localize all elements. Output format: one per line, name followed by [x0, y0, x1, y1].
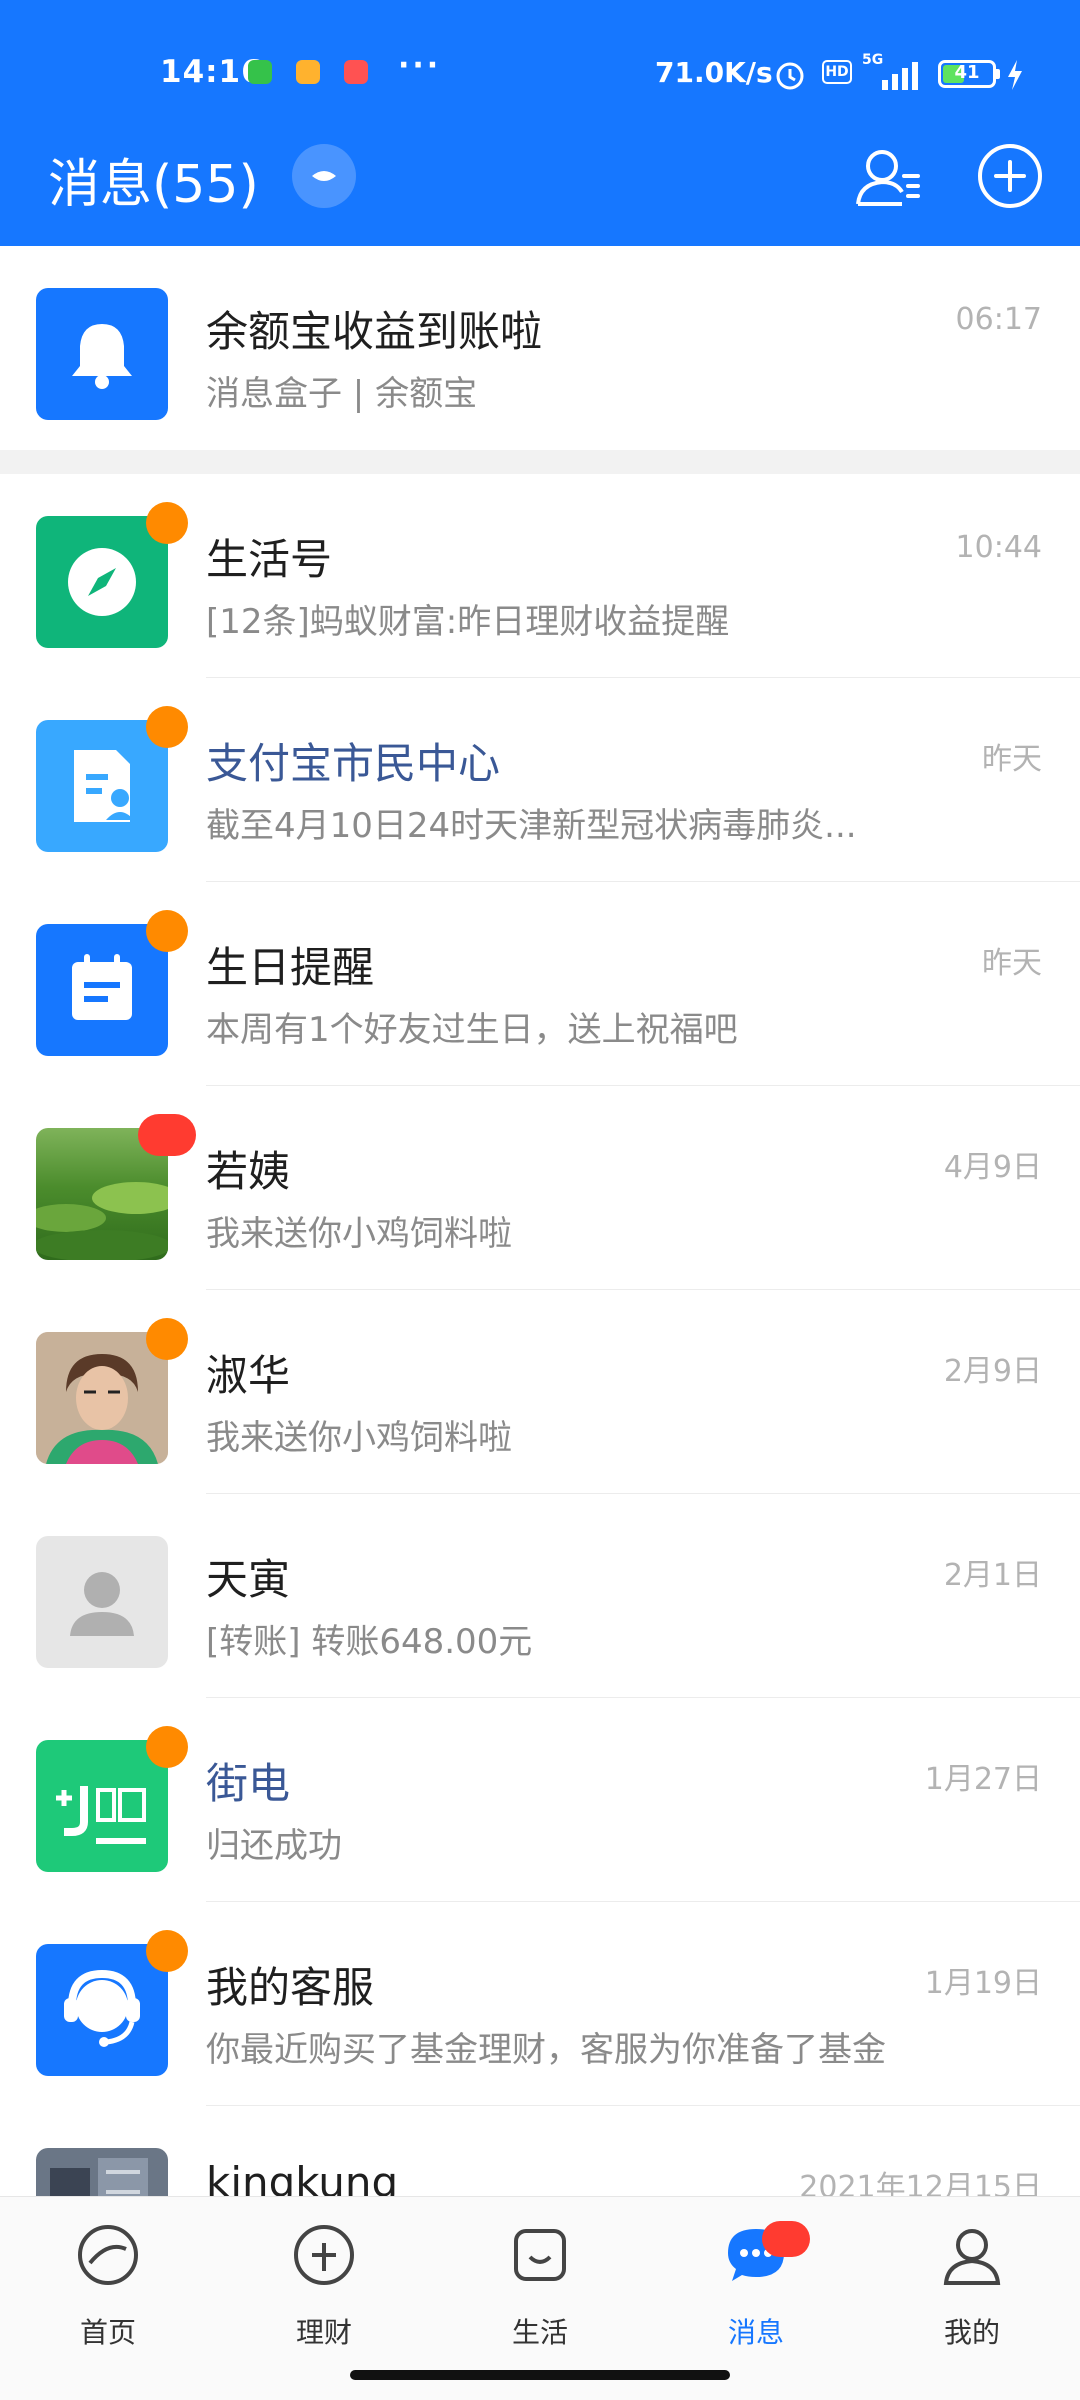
message-time: 06:17	[955, 302, 1042, 337]
message-preview: 归还成功	[206, 1826, 342, 1866]
unread-dot	[146, 1930, 188, 1972]
citizen-center-icon	[36, 720, 168, 852]
message-time: 10:44	[955, 530, 1042, 565]
tab-label: 我的	[943, 2316, 1000, 2349]
unread-dot	[146, 1318, 188, 1360]
wealth-icon	[294, 2225, 354, 2285]
unread-dot	[146, 1726, 188, 1768]
app-notification-icon	[344, 60, 368, 84]
message-preview: 截至4月10日24时天津新型冠状病毒肺炎...	[206, 806, 857, 846]
more-notifications-icon: ···	[398, 48, 442, 83]
tab-profile[interactable]: 我的	[902, 2213, 1042, 2383]
section-divider	[0, 450, 1080, 474]
unread-badge	[762, 2221, 810, 2257]
signal-icon	[882, 62, 918, 90]
message-time: 2月9日	[943, 1354, 1042, 1389]
message-item[interactable]: 淑华 我来送你小鸡饲料啦 2月9日	[0, 1290, 1080, 1494]
profile-icon	[943, 2229, 1001, 2285]
compass-icon	[36, 516, 168, 648]
tab-label: 理财	[295, 2316, 352, 2349]
hd-icon: HD	[822, 60, 852, 84]
alarm-icon	[776, 62, 804, 90]
charging-icon	[1008, 60, 1022, 90]
message-item[interactable]: 我的客服 你最近购买了基金理财，客服为你准备了基金 1月19日	[0, 1902, 1080, 2106]
contacts-icon[interactable]	[852, 142, 924, 214]
message-item[interactable]: 若姨 我来送你小鸡饲料啦 4月9日	[0, 1086, 1080, 1290]
home-icon	[78, 2225, 138, 2285]
life-icon	[514, 2229, 566, 2281]
tab-life[interactable]: 生活	[470, 2213, 610, 2383]
unread-dot	[146, 706, 188, 748]
message-title: 生活号	[206, 535, 333, 584]
calendar-icon	[36, 924, 168, 1056]
message-preview: 本周有1个好友过生日，送上祝福吧	[206, 1010, 738, 1050]
default-avatar-icon	[36, 1536, 168, 1668]
message-item[interactable]: 支付宝市民中心 截至4月10日24时天津新型冠状病毒肺炎... 昨天	[0, 678, 1080, 882]
add-icon[interactable]	[976, 142, 1044, 210]
network-speed: 71.0K/s	[655, 56, 773, 89]
app-header: 14:16 ··· 71.0K/s HD 5G 41 消息(55)	[0, 0, 1080, 246]
unread-badge	[138, 1114, 196, 1156]
tab-label: 生活	[511, 2316, 568, 2349]
message-time: 2月1日	[943, 1558, 1042, 1593]
message-title: 余额宝收益到账啦	[206, 307, 543, 356]
app-notification-icon	[296, 60, 320, 84]
message-time: 昨天	[982, 946, 1042, 981]
message-title: 我的客服	[206, 1963, 375, 2012]
unread-dot	[146, 502, 188, 544]
jiedian-logo	[36, 1740, 168, 1872]
customer-service-icon	[36, 1944, 168, 2076]
tab-messages[interactable]: 消息	[686, 2213, 826, 2383]
message-time: 1月19日	[924, 1966, 1042, 2001]
tab-home[interactable]: 首页	[38, 2213, 178, 2383]
battery-level: 41	[954, 62, 980, 83]
message-title: 淑华	[206, 1351, 291, 1400]
message-preview: [转账] 转账648.00元	[206, 1622, 533, 1662]
message-title: 若姨	[206, 1147, 291, 1196]
page-title: 消息(55)	[48, 155, 259, 215]
tab-label: 首页	[79, 2316, 136, 2349]
message-title: 支付宝市民中心	[206, 739, 501, 788]
message-list: 余额宝收益到账啦 消息盒子 | 余额宝 06:17 生活号 [12条]蚂蚁财富:…	[0, 246, 1080, 2310]
message-item[interactable]: 天寅 [转账] 转账648.00元 2月1日	[0, 1494, 1080, 1698]
message-time: 1月27日	[924, 1762, 1042, 1797]
message-title: 生日提醒	[206, 943, 375, 992]
message-item[interactable]: 街电 归还成功 1月27日	[0, 1698, 1080, 1902]
message-item[interactable]: 生日提醒 本周有1个好友过生日，送上祝福吧 昨天	[0, 882, 1080, 1086]
message-time: 昨天	[982, 742, 1042, 777]
bell-icon	[36, 288, 168, 420]
status-bar: 14:16 ··· 71.0K/s HD 5G 41	[0, 0, 1080, 150]
tab-wealth[interactable]: 理财	[254, 2213, 394, 2383]
message-item-balance[interactable]: 余额宝收益到账啦 消息盒子 | 余额宝 06:17	[0, 246, 1080, 450]
message-preview: 消息盒子 | 余额宝	[206, 374, 478, 414]
avatar	[36, 1332, 168, 1464]
eye-toggle-icon[interactable]	[292, 144, 356, 208]
message-title: 天寅	[206, 1555, 291, 1604]
message-preview: 我来送你小鸡饲料啦	[206, 1214, 512, 1254]
tab-label: 消息	[727, 2316, 784, 2349]
message-time: 4月9日	[943, 1150, 1042, 1185]
home-indicator[interactable]	[350, 2370, 730, 2380]
app-notification-icon	[248, 60, 272, 84]
battery-icon: 41	[938, 60, 1000, 88]
unread-dot	[146, 910, 188, 952]
message-item[interactable]: 生活号 [12条]蚂蚁财富:昨日理财收益提醒 10:44	[0, 474, 1080, 678]
message-preview: 我来送你小鸡饲料啦	[206, 1418, 512, 1458]
message-preview: [12条]蚂蚁财富:昨日理财收益提醒	[206, 602, 730, 642]
message-title: 街电	[206, 1759, 291, 1808]
message-preview: 你最近购买了基金理财，客服为你准备了基金	[206, 2030, 886, 2070]
